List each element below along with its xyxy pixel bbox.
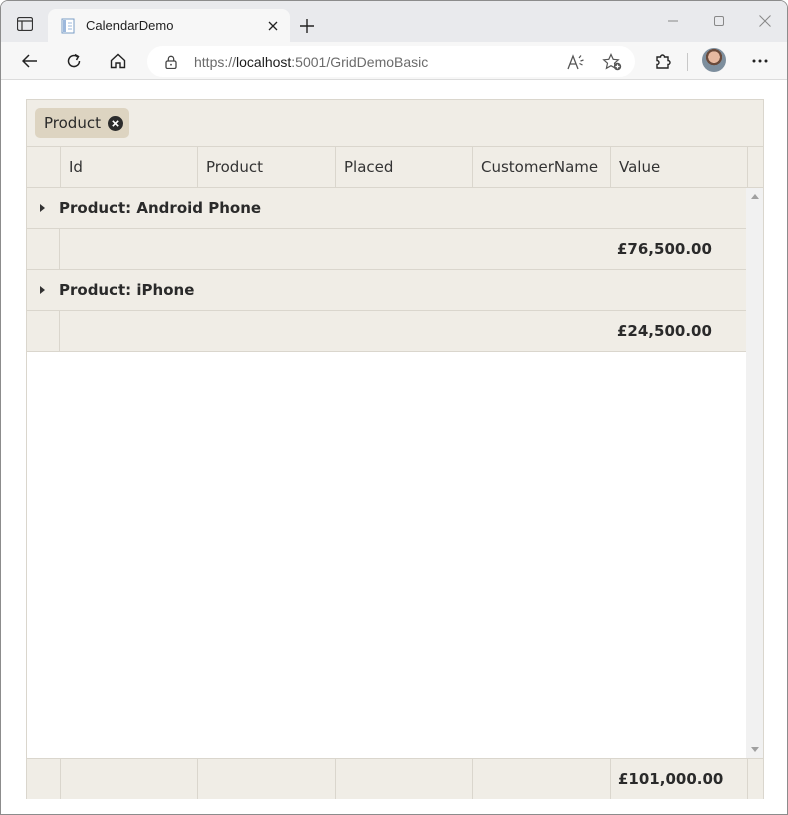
star-add-icon (602, 53, 622, 71)
tab-actions-icon (17, 17, 33, 31)
footer-cell-customername (472, 759, 610, 799)
footer-cell-product (197, 759, 335, 799)
window-minimize-button[interactable] (663, 11, 683, 31)
home-button[interactable] (106, 49, 130, 73)
data-grid: Product Id Product Placed CustomerName V… (26, 99, 764, 799)
group-chip-product[interactable]: Product (35, 108, 129, 138)
window-close-button[interactable] (755, 11, 775, 31)
title-bar: CalendarDemo (1, 1, 787, 42)
plus-icon (300, 19, 314, 33)
tab-title: CalendarDemo (86, 18, 174, 33)
column-header-label: CustomerName (481, 158, 599, 176)
header-indent-cell (27, 147, 60, 187)
reload-button[interactable] (62, 49, 86, 73)
close-icon (112, 119, 119, 127)
url-path: :5001/GridDemoBasic (291, 53, 429, 70)
remove-group-button[interactable] (107, 115, 123, 131)
close-icon (759, 15, 771, 27)
column-header-label: Placed (344, 158, 394, 176)
read-aloud-button[interactable] (565, 51, 587, 73)
column-header-id[interactable]: Id (60, 147, 197, 187)
group-sum-value: £76,500.00 (617, 240, 712, 258)
column-header-value[interactable]: Value (610, 147, 747, 187)
group-footer-indent (27, 229, 60, 269)
column-header-customername[interactable]: CustomerName (472, 147, 610, 187)
refresh-icon (67, 53, 81, 68)
group-footer-row: £24,500.00 (27, 311, 746, 352)
group-sum-value: £24,500.00 (617, 322, 712, 340)
browser-window: CalendarDemo https://localhost:5001/Grid… (0, 0, 788, 815)
expand-caret-icon[interactable] (40, 286, 45, 294)
back-button[interactable] (18, 49, 42, 73)
add-favorite-button[interactable] (601, 51, 623, 73)
scroll-down-arrow-icon[interactable] (751, 747, 759, 752)
group-chip-label: Product (44, 114, 101, 132)
footer-scroll-spacer (747, 759, 764, 799)
group-footer-indent (27, 311, 60, 351)
page-content: Product Id Product Placed CustomerName V… (1, 80, 787, 814)
tab-actions-button[interactable] (12, 12, 38, 36)
scroll-up-arrow-icon[interactable] (751, 194, 759, 199)
group-row-title: Product: iPhone (59, 281, 195, 299)
footer-indent-cell (27, 759, 60, 799)
group-panel: Product (27, 100, 763, 147)
browser-tab[interactable]: CalendarDemo (48, 9, 290, 42)
grid-footer-row: £101,000.00 (27, 758, 763, 799)
expand-caret-icon[interactable] (40, 204, 45, 212)
browser-toolbar: https://localhost:5001/GridDemoBasic (1, 42, 787, 80)
column-header-label: Id (69, 158, 83, 176)
column-header-placed[interactable]: Placed (335, 147, 472, 187)
puzzle-icon (656, 54, 671, 69)
group-row-android-phone[interactable]: Product: Android Phone (27, 188, 746, 229)
extensions-button[interactable] (651, 49, 675, 73)
footer-cell-id (60, 759, 197, 799)
toolbar-divider (687, 53, 688, 71)
group-row-iphone[interactable]: Product: iPhone (27, 270, 746, 311)
column-header-label: Product (206, 158, 263, 176)
settings-more-button[interactable] (748, 49, 772, 73)
address-bar[interactable]: https://localhost:5001/GridDemoBasic (147, 46, 635, 77)
window-maximize-button[interactable] (709, 11, 729, 31)
tab-close-button[interactable] (264, 17, 282, 35)
grid-content: Product: Android Phone £76,500.00 Produc… (27, 188, 746, 758)
home-icon (110, 53, 126, 69)
grand-total-value: £101,000.00 (618, 770, 724, 788)
column-header-label: Value (619, 158, 661, 176)
header-scroll-spacer (747, 147, 764, 187)
url-text[interactable]: https://localhost:5001/GridDemoBasic (194, 54, 428, 70)
more-horizontal-icon (752, 59, 768, 63)
close-icon (268, 21, 278, 31)
vertical-scrollbar[interactable] (746, 188, 763, 758)
read-aloud-icon (567, 54, 584, 70)
profile-avatar[interactable] (702, 48, 726, 72)
page-favicon-icon (61, 18, 75, 33)
grid-header-row: Id Product Placed CustomerName Value (27, 147, 763, 188)
group-footer-row: £76,500.00 (27, 229, 746, 270)
arrow-left-icon (22, 54, 37, 68)
lock-icon[interactable] (164, 54, 178, 70)
url-host: localhost (236, 53, 292, 70)
maximize-icon (714, 16, 724, 26)
new-tab-button[interactable] (295, 14, 319, 38)
minimize-icon (668, 20, 678, 22)
url-scheme: https:// (194, 53, 237, 70)
footer-cell-placed (335, 759, 472, 799)
column-header-product[interactable]: Product (197, 147, 335, 187)
group-row-title: Product: Android Phone (59, 199, 262, 217)
